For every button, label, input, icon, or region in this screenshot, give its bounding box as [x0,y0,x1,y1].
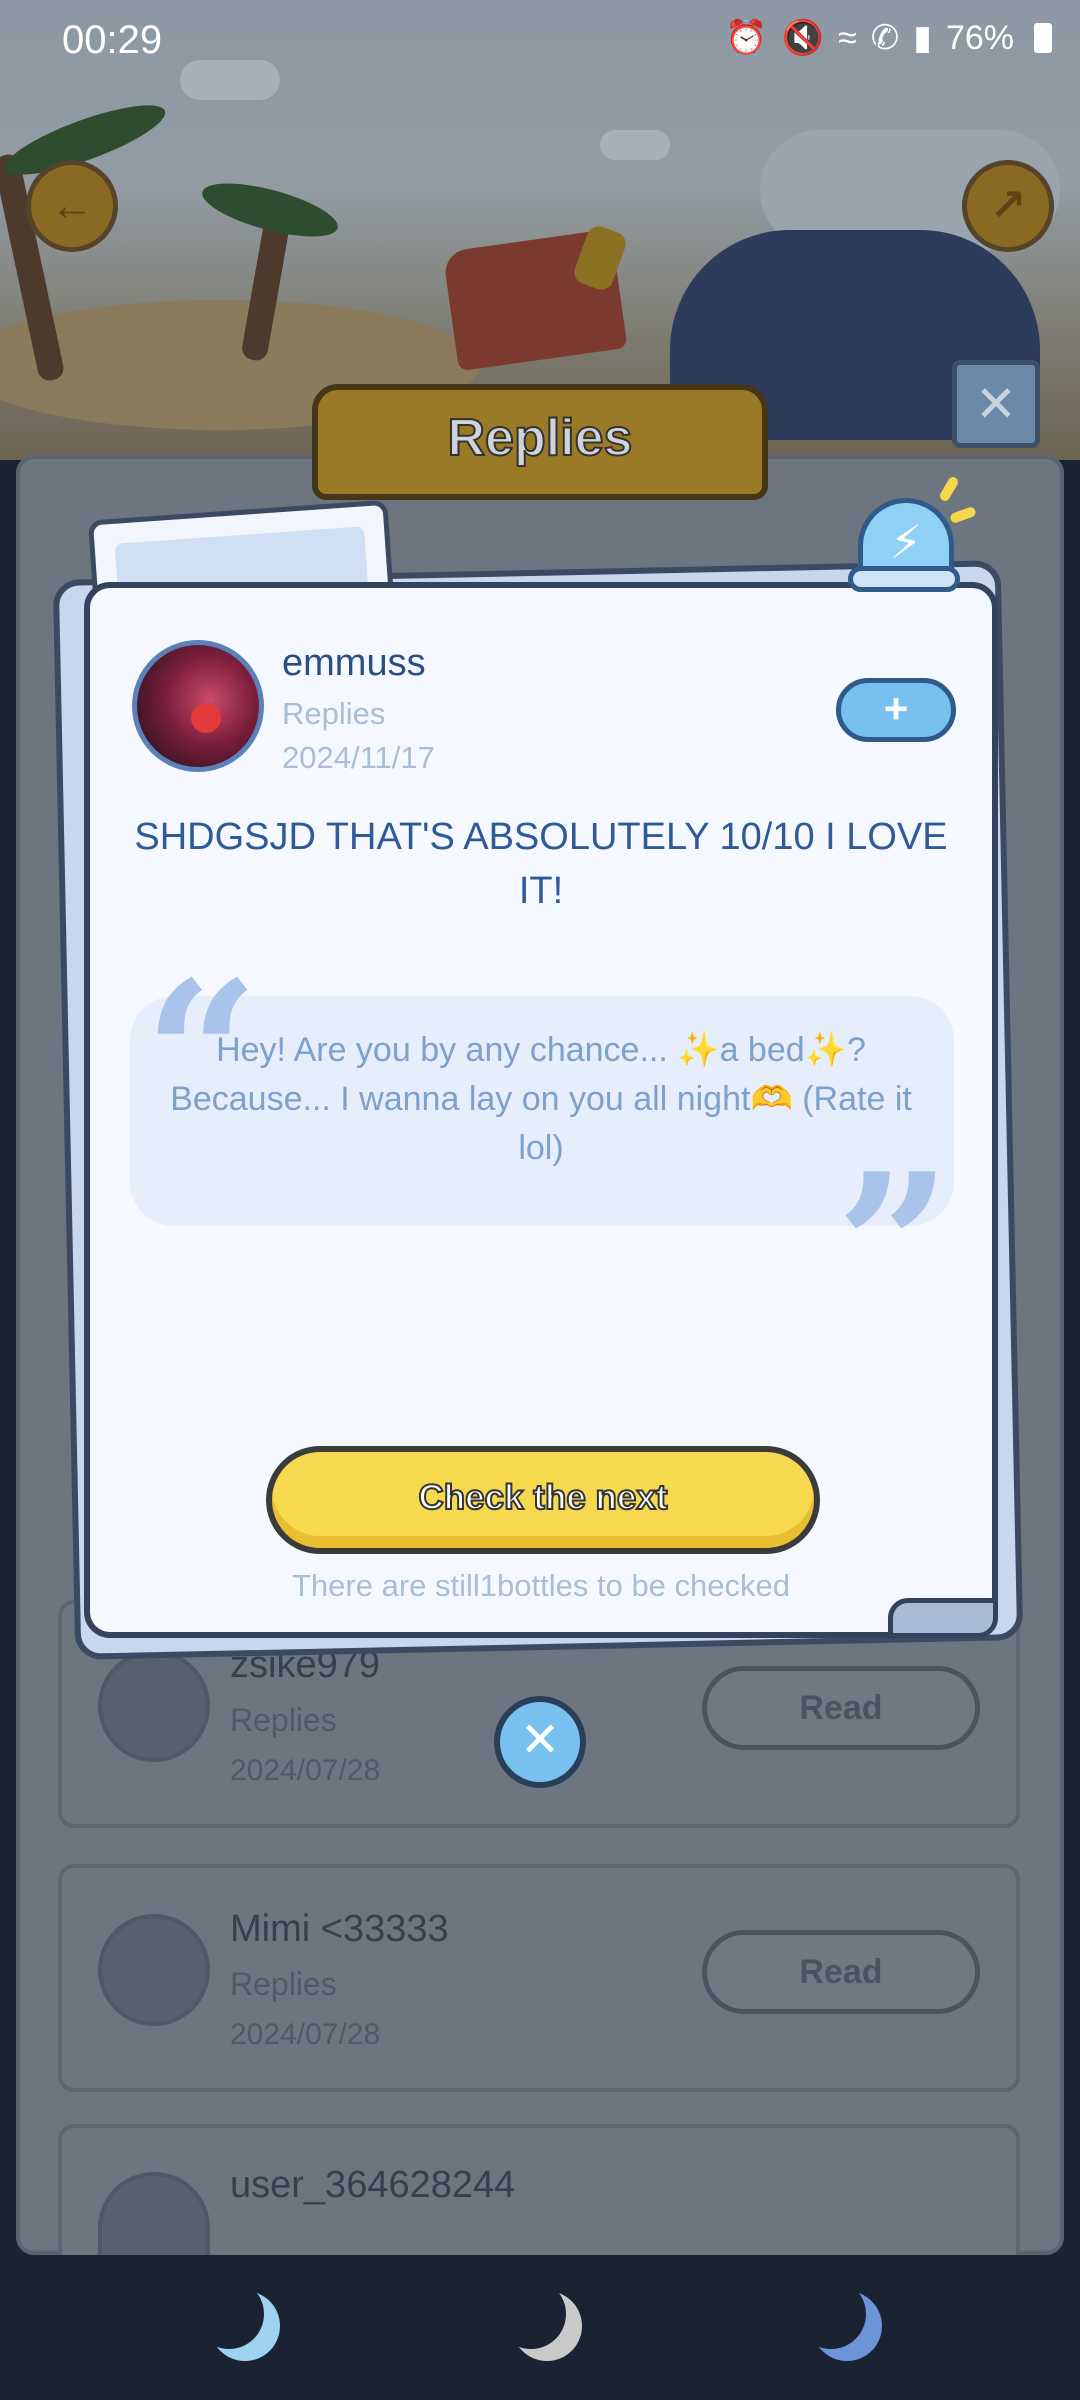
close-icon: ✕ [975,376,1017,432]
mute-icon: 🔇 [781,19,825,57]
page-title: Replies [447,408,634,468]
battery-percent: 76% [945,18,1014,57]
quote-close-icon: ” [836,1130,952,1365]
add-friend-button[interactable]: + [836,678,956,742]
list-item-date: 2024/07/28 [230,2018,381,2051]
close-modal-button[interactable]: ✕ [494,1696,586,1788]
sender-subtitle: Replies [282,696,386,731]
share-button[interactable]: ↗ [962,160,1054,252]
list-item-date: 2024/07/28 [230,1754,381,1787]
avatar [98,1650,210,1762]
badge-base [848,566,960,592]
status-bar: 00:29 ⏰ 🔇 ≈ ✆ ▮ 76% [0,0,1080,80]
list-item[interactable]: Mimi <33333 Replies 2024/07/28 Read [58,1864,1020,2092]
quoted-message: Hey! Are you by any chance... ✨a bed✨? B… [170,1031,912,1167]
wifi-icon: ≈ [838,18,857,57]
wifi-call-icon: ✆ [870,19,900,57]
read-button[interactable]: Read [702,1930,980,2014]
check-next-label: Check the next [418,1477,669,1518]
share-icon: ↗ [989,181,1027,230]
check-next-button[interactable]: Check the next [266,1446,820,1554]
list-item[interactable]: user_364628244 [58,2124,1020,2259]
avatar [98,2172,210,2259]
battery-icon [1034,23,1052,53]
reply-modal: emmuss Replies 2024/11/17 + SHDGSJD THAT… [84,582,998,1638]
signal-icon: ▮ [913,19,932,57]
list-item-name: user_364628244 [230,2164,516,2206]
cloud [600,130,670,160]
avatar [98,1914,210,2026]
avatar[interactable] [132,640,264,772]
close-icon: ✕ [519,1714,561,1767]
remaining-count-text: There are still1bottles to be checked [292,1568,790,1603]
status-icons: ⏰ 🔇 ≈ ✆ ▮ 76% [725,18,1052,58]
nav-moon-icon[interactable] [496,2279,582,2361]
list-item-subtitle: Replies [230,1702,337,1738]
status-time: 00:29 [62,18,163,62]
scene-close-button[interactable]: ✕ [952,360,1040,448]
sender-username: emmuss [282,642,426,684]
paper-fold [888,1598,998,1638]
list-item-name: Mimi <33333 [230,1908,449,1950]
back-button[interactable]: ← [26,160,118,252]
nav-moon-icon[interactable] [194,2279,280,2361]
alarm-icon: ⏰ [725,19,768,57]
bottom-nav-bar [0,2255,1080,2400]
reply-date: 2024/11/17 [282,740,435,775]
reply-message: SHDGSJD THAT'S ABSOLUTELY 10/10 I LOVE I… [134,816,948,912]
replies-header-tab: Replies [312,384,768,500]
read-button[interactable]: Read [702,1666,980,1750]
back-arrow-icon: ← [50,181,94,230]
list-item-subtitle: Replies [230,1966,337,2002]
nav-moon-icon[interactable] [796,2279,882,2361]
